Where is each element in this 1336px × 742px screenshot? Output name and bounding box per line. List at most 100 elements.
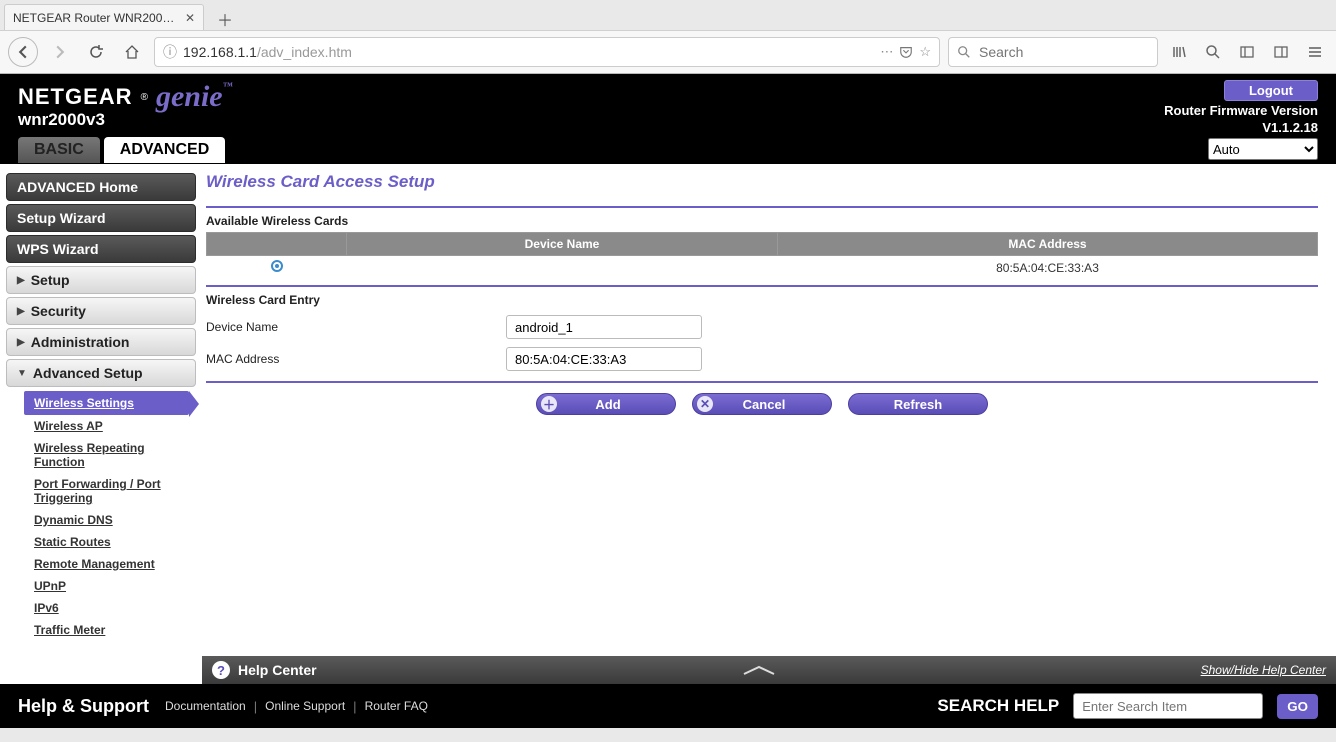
tab-bar: NETGEAR Router WNR2000v… ✕ ＋: [0, 0, 1336, 30]
caret-right-icon: ▶: [17, 337, 25, 348]
url-bar[interactable]: ⓘ 192.168.1.1/adv_index.htm ⋯ ☆: [154, 37, 940, 67]
footer-link-online-support[interactable]: Online Support: [265, 699, 345, 713]
divider: [206, 206, 1318, 208]
toggle-help-link[interactable]: Show/Hide Help Center: [1201, 663, 1326, 677]
subnav-ipv6[interactable]: IPv6: [34, 597, 194, 619]
caret-right-icon: ▶: [17, 275, 25, 286]
search-icon: [957, 45, 971, 59]
footer-link-router-faq[interactable]: Router FAQ: [365, 699, 428, 713]
cancel-button[interactable]: ✕ Cancel: [692, 393, 832, 415]
browser-toolbar: ⓘ 192.168.1.1/adv_index.htm ⋯ ☆: [0, 30, 1336, 74]
fw-version: V1.1.2.18: [1164, 120, 1318, 135]
entry-mac-row: MAC Address: [206, 343, 1318, 375]
entry-label: Wireless Card Entry: [206, 293, 1318, 307]
sidebar-item-wps-wizard[interactable]: WPS Wizard: [6, 235, 196, 263]
subnav-traffic-meter[interactable]: Traffic Meter: [34, 619, 194, 641]
page-body: ADVANCED Home Setup Wizard WPS Wizard ▶S…: [0, 164, 1336, 684]
sidebar-item-advanced-home[interactable]: ADVANCED Home: [6, 173, 196, 201]
entry-device-name-row: Device Name: [206, 311, 1318, 343]
table-row[interactable]: 80:5A:04:CE:33:A3: [207, 256, 1318, 280]
divider: [206, 285, 1318, 287]
page-title: Wireless Card Access Setup: [206, 170, 1318, 200]
divider: [206, 381, 1318, 383]
mac-label: MAC Address: [206, 352, 506, 366]
chevron-up-icon[interactable]: [739, 665, 779, 675]
pocket-icon[interactable]: [899, 45, 913, 59]
page-header: NETGEAR ® genie™ wnr2000v3 Logout Router…: [0, 74, 1336, 164]
col-mac: MAC Address: [778, 233, 1318, 256]
router-page: NETGEAR ® genie™ wnr2000v3 Logout Router…: [0, 74, 1336, 728]
help-center-title: Help Center: [238, 662, 317, 678]
page-footer: Help & Support Documentation | Online Su…: [0, 684, 1336, 728]
device-name-label: Device Name: [206, 320, 506, 334]
go-button[interactable]: GO: [1277, 694, 1318, 719]
footer-link-documentation[interactable]: Documentation: [165, 699, 246, 713]
brand-genie: genie™: [156, 82, 233, 112]
row-mac: 80:5A:04:CE:33:A3: [778, 256, 1318, 280]
available-cards-label: Available Wireless Cards: [206, 214, 1318, 228]
search-help-input[interactable]: [1073, 693, 1263, 719]
new-tab-button[interactable]: ＋: [212, 8, 238, 30]
search-help-label: SEARCH HELP: [937, 696, 1059, 716]
browser-search-input[interactable]: [977, 43, 1162, 61]
browser-tab[interactable]: NETGEAR Router WNR2000v… ✕: [4, 4, 204, 30]
subnav-upnp[interactable]: UPnP: [34, 575, 194, 597]
brand-netgear: NETGEAR: [18, 84, 133, 110]
sidebar-item-security[interactable]: ▶Security: [6, 297, 196, 325]
subnav-remote-management[interactable]: Remote Management: [34, 553, 194, 575]
library-icon[interactable]: [1166, 39, 1192, 65]
plus-icon: ＋: [541, 396, 557, 412]
site-info-icon[interactable]: ⓘ: [163, 42, 177, 62]
back-button[interactable]: [8, 37, 38, 67]
page-actions-icon[interactable]: ⋯: [880, 44, 893, 60]
menu-icon[interactable]: [1302, 39, 1328, 65]
add-button[interactable]: ＋ Add: [536, 393, 676, 415]
subnav-wireless-settings[interactable]: Wireless Settings: [24, 391, 189, 415]
reload-button[interactable]: [82, 38, 110, 66]
tab-basic[interactable]: BASIC: [18, 137, 100, 163]
sidebar-item-administration[interactable]: ▶Administration: [6, 328, 196, 356]
subnav-wireless-ap[interactable]: Wireless AP: [34, 415, 194, 437]
sidebar-submenu: Wireless Settings Wireless AP Wireless R…: [34, 391, 202, 641]
bookmark-star-icon[interactable]: ☆: [919, 44, 931, 60]
close-tab-icon[interactable]: ✕: [185, 11, 195, 25]
row-device-name: [347, 256, 778, 280]
available-cards-table: Device Name MAC Address 80:5A:04:CE:33:A…: [206, 232, 1318, 279]
refresh-button[interactable]: Refresh: [848, 393, 988, 415]
subnav-static-routes[interactable]: Static Routes: [34, 531, 194, 553]
browser-search[interactable]: [948, 37, 1158, 67]
sidebar-toggle-icon[interactable]: [1234, 39, 1260, 65]
language-dropdown[interactable]: Auto: [1208, 138, 1318, 160]
brand: NETGEAR ® genie™: [18, 82, 1318, 112]
search-tool-icon[interactable]: [1200, 39, 1226, 65]
sidebar-item-setup[interactable]: ▶Setup: [6, 266, 196, 294]
home-button[interactable]: [118, 38, 146, 66]
help-center-bar[interactable]: ? Help Center Show/Hide Help Center: [202, 656, 1336, 684]
header-right: Logout Router Firmware Version V1.1.2.18: [1164, 80, 1318, 135]
sidebar: ADVANCED Home Setup Wizard WPS Wizard ▶S…: [0, 164, 202, 684]
caret-right-icon: ▶: [17, 306, 25, 317]
help-support-label: Help & Support: [18, 696, 149, 717]
main-tabs: BASIC ADVANCED Auto: [18, 136, 1318, 164]
sidebar-item-advanced-setup[interactable]: ▼Advanced Setup: [6, 359, 196, 387]
model-label: wnr2000v3: [18, 110, 1318, 130]
reader-icon[interactable]: [1268, 39, 1294, 65]
main-content: Wireless Card Access Setup Available Wir…: [202, 164, 1336, 684]
button-bar: ＋ Add ✕ Cancel Refresh: [206, 393, 1318, 415]
browser-chrome: NETGEAR Router WNR2000v… ✕ ＋ ⓘ 192.168.1…: [0, 0, 1336, 74]
sidebar-item-setup-wizard[interactable]: Setup Wizard: [6, 204, 196, 232]
tab-advanced[interactable]: ADVANCED: [104, 137, 225, 163]
subnav-wireless-repeating[interactable]: Wireless Repeating Function: [34, 437, 194, 473]
mac-input[interactable]: [506, 347, 702, 371]
tab-title: NETGEAR Router WNR2000v…: [13, 11, 179, 25]
subnav-dynamic-dns[interactable]: Dynamic DNS: [34, 509, 194, 531]
fw-label: Router Firmware Version: [1164, 103, 1318, 118]
row-radio[interactable]: [271, 260, 283, 272]
caret-down-icon: ▼: [17, 368, 27, 379]
language-select[interactable]: Auto: [1208, 138, 1318, 160]
x-icon: ✕: [697, 396, 713, 412]
logout-button[interactable]: Logout: [1224, 80, 1318, 101]
device-name-input[interactable]: [506, 315, 702, 339]
subnav-port-forwarding[interactable]: Port Forwarding / Port Triggering: [34, 473, 194, 509]
url-text: 192.168.1.1/adv_index.htm: [183, 44, 874, 60]
